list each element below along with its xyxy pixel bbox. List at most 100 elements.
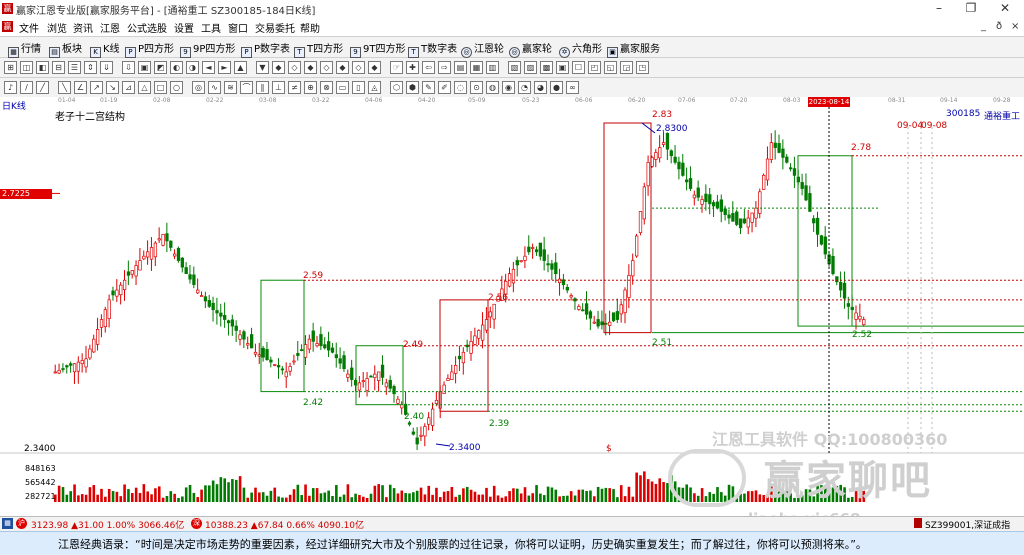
tool-5-icon[interactable]: ☰ <box>68 61 81 74</box>
tool-35-icon[interactable]: ☐ <box>572 61 585 74</box>
draw-tool-4-icon[interactable]: ╲ <box>58 81 71 94</box>
tool-9-icon[interactable]: ▣ <box>138 61 151 74</box>
draw-tool-19-icon[interactable]: ⊕ <box>304 81 317 94</box>
toolbar-gannwheel-button[interactable]: ◎ 江恩轮 <box>461 40 504 58</box>
draw-tool-21-icon[interactable]: ▭ <box>336 81 349 94</box>
tool-26-icon[interactable]: ⇦ <box>422 61 435 74</box>
menu-tools[interactable]: 工具 <box>201 20 221 35</box>
draw-tool-26-icon[interactable]: ✎ <box>422 81 435 94</box>
maximize-button[interactable]: ❐ <box>956 0 986 18</box>
tool-37-icon[interactable]: ◱ <box>604 61 617 74</box>
draw-tool-25-icon[interactable]: ⬢ <box>406 81 419 94</box>
draw-tool-13-icon[interactable]: ∿ <box>208 81 221 94</box>
mdi-restore-button[interactable]: ð <box>996 21 1002 32</box>
draw-tool-34-icon[interactable]: ● <box>550 81 563 94</box>
draw-tool-29-icon[interactable]: ⊙ <box>470 81 483 94</box>
tool-15-icon[interactable]: ▲ <box>234 61 247 74</box>
tool-28-icon[interactable]: ▤ <box>454 61 467 74</box>
draw-tool-2-icon[interactable]: / <box>20 81 33 94</box>
tool-24-icon[interactable]: ☞ <box>390 61 403 74</box>
tool-12-icon[interactable]: ◑ <box>186 61 199 74</box>
draw-tool-16-icon[interactable]: ∥ <box>256 81 269 94</box>
tool-11-icon[interactable]: ◐ <box>170 61 183 74</box>
shanghai-index-value[interactable]: 3123.98 ▲31.00 1.00% 3066.46亿 <box>31 518 184 531</box>
draw-tool-23-icon[interactable]: ◬ <box>368 81 381 94</box>
menu-formula[interactable]: 公式选股 <box>127 20 167 35</box>
tool-16-icon[interactable]: ▼ <box>256 61 269 74</box>
tool-39-icon[interactable]: ◳ <box>636 61 649 74</box>
draw-tool-15-icon[interactable]: ⌒ <box>240 81 253 94</box>
mdi-close-button[interactable]: × <box>1011 21 1019 32</box>
draw-tool-31-icon[interactable]: ◉ <box>502 81 515 94</box>
mdi-minimize-button[interactable]: _ <box>981 21 986 32</box>
toolbar-9tsquare-button[interactable]: 9 9T四方形 <box>350 40 405 58</box>
draw-tool-6-icon[interactable]: ↗ <box>90 81 103 94</box>
menu-settings[interactable]: 设置 <box>174 20 194 35</box>
draw-tool-30-icon[interactable]: ◍ <box>486 81 499 94</box>
toolbar-quote-button[interactable]: ▦ 行情 <box>8 40 41 58</box>
tool-22-icon[interactable]: ◇ <box>352 61 365 74</box>
toolbar-sector-button[interactable]: ▤ 板块 <box>49 40 82 58</box>
draw-tool-32-icon[interactable]: ◔ <box>518 81 531 94</box>
tool-18-icon[interactable]: ◇ <box>288 61 301 74</box>
grid-menu-icon[interactable]: ▦ <box>2 518 13 529</box>
tool-10-icon[interactable]: ◩ <box>154 61 167 74</box>
tool-27-icon[interactable]: ⇨ <box>438 61 451 74</box>
draw-tool-28-icon[interactable]: ◌ <box>454 81 467 94</box>
draw-tool-27-icon[interactable]: ✐ <box>438 81 451 94</box>
draw-tool-24-icon[interactable]: ⬡ <box>390 81 403 94</box>
tool-8-icon[interactable]: ⇩ <box>122 61 135 74</box>
draw-tool-5-icon[interactable]: ∠ <box>74 81 87 94</box>
tool-34-icon[interactable]: ▣ <box>556 61 569 74</box>
toolbar-9psquare-button[interactable]: 9 9P四方形 <box>180 40 235 58</box>
draw-tool-17-icon[interactable]: ⊥ <box>272 81 285 94</box>
draw-tool-10-icon[interactable]: □ <box>154 81 167 94</box>
minimize-button[interactable]: – <box>924 0 954 18</box>
draw-tool-33-icon[interactable]: ◕ <box>534 81 547 94</box>
tool-21-icon[interactable]: ◆ <box>336 61 349 74</box>
tool-20-icon[interactable]: ◇ <box>320 61 333 74</box>
tool-32-icon[interactable]: ▨ <box>524 61 537 74</box>
toolbar-kline-button[interactable]: K K线 <box>90 40 120 58</box>
toolbar-psquare-button[interactable]: P P四方形 <box>125 40 174 58</box>
draw-tool-7-icon[interactable]: ↘ <box>106 81 119 94</box>
draw-tool-8-icon[interactable]: ⊿ <box>122 81 135 94</box>
menu-file[interactable]: 文件 <box>19 20 39 35</box>
tool-4-icon[interactable]: ⊟ <box>52 61 65 74</box>
draw-tool-35-icon[interactable]: ∞ <box>566 81 579 94</box>
tool-1-icon[interactable]: ⊞ <box>4 61 17 74</box>
draw-tool-18-icon[interactable]: ≠ <box>288 81 301 94</box>
tool-30-icon[interactable]: ▥ <box>486 61 499 74</box>
tool-7-icon[interactable]: ⇓ <box>100 61 113 74</box>
draw-tool-12-icon[interactable]: ◎ <box>192 81 205 94</box>
toolbar-ptable-button[interactable]: P P数字表 <box>241 40 290 58</box>
shenzhen-index-value[interactable]: 10388.23 ▲67.84 0.66% 4090.10亿 <box>205 518 364 531</box>
tool-29-icon[interactable]: ▦ <box>470 61 483 74</box>
tool-31-icon[interactable]: ▧ <box>508 61 521 74</box>
toolbar-service-button[interactable]: ▣ 赢家服务 <box>607 40 660 58</box>
tool-23-icon[interactable]: ◆ <box>368 61 381 74</box>
tool-38-icon[interactable]: ◲ <box>620 61 633 74</box>
menu-window[interactable]: 窗口 <box>228 20 248 35</box>
tool-13-icon[interactable]: ◄ <box>202 61 215 74</box>
menu-news[interactable]: 资讯 <box>73 20 93 35</box>
tool-3-icon[interactable]: ◧ <box>36 61 49 74</box>
tool-25-icon[interactable]: ✚ <box>406 61 419 74</box>
toolbar-tsquare-button[interactable]: T T四方形 <box>294 40 343 58</box>
draw-tool-1-icon[interactable]: ♪ <box>4 81 17 94</box>
tool-19-icon[interactable]: ◆ <box>304 61 317 74</box>
toolbar-hexagon-button[interactable]: ✡ 六角形 <box>559 40 602 58</box>
draw-tool-14-icon[interactable]: ≋ <box>224 81 237 94</box>
tool-33-icon[interactable]: ▩ <box>540 61 553 74</box>
tool-14-icon[interactable]: ► <box>218 61 231 74</box>
menu-trade[interactable]: 交易委托 <box>255 20 295 35</box>
tool-6-icon[interactable]: ⇕ <box>84 61 97 74</box>
tool-2-icon[interactable]: ◫ <box>20 61 33 74</box>
close-button[interactable]: ✕ <box>990 0 1020 18</box>
draw-tool-3-icon[interactable]: ╱ <box>36 81 49 94</box>
draw-tool-20-icon[interactable]: ⊗ <box>320 81 333 94</box>
menu-browse[interactable]: 浏览 <box>47 20 67 35</box>
tool-36-icon[interactable]: ◰ <box>588 61 601 74</box>
draw-tool-11-icon[interactable]: ○ <box>170 81 183 94</box>
toolbar-winnerwheel-button[interactable]: ◎ 赢家轮 <box>509 40 552 58</box>
